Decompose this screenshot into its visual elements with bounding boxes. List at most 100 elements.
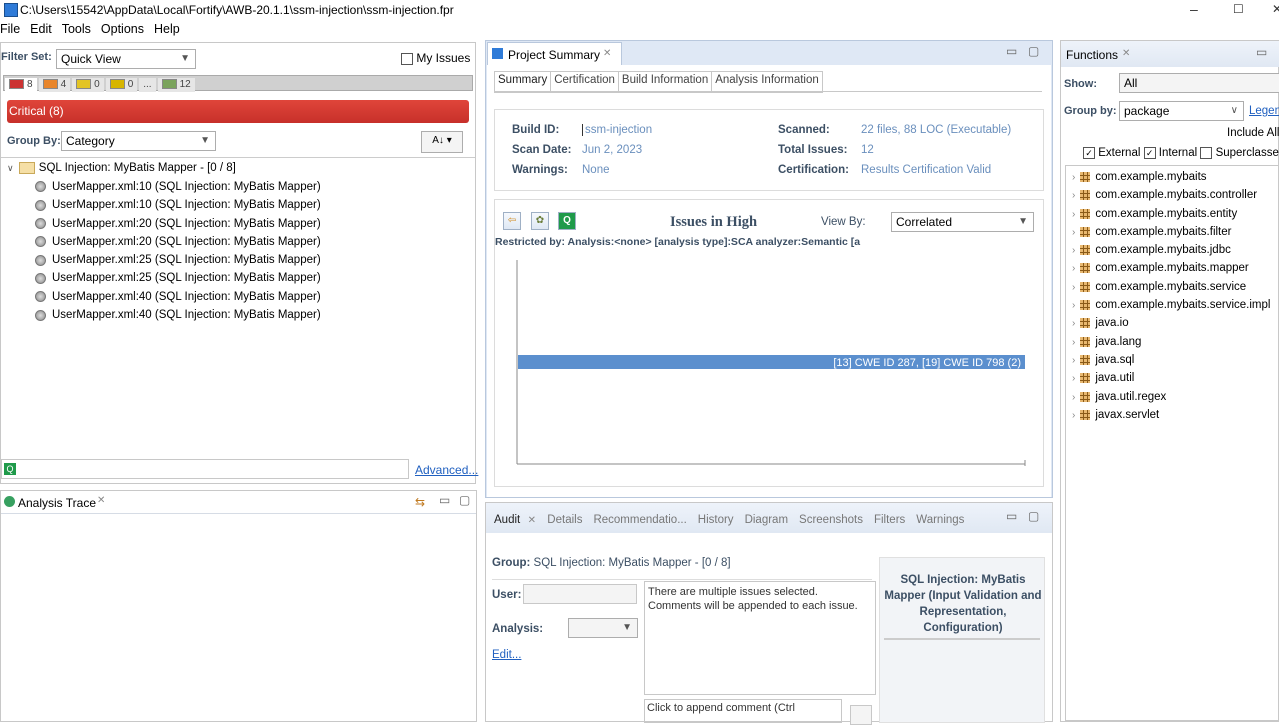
user-input[interactable] (523, 584, 637, 604)
severity-tab-high[interactable]: 4 (38, 78, 71, 92)
tab-certification[interactable]: Certification (551, 72, 619, 92)
list-item[interactable]: UserMapper.xml:25 (SQL Injection: MyBati… (35, 251, 321, 269)
my-issues-checkbox[interactable]: My Issues (401, 51, 470, 65)
list-item[interactable]: › com.example.mybaits.service (1066, 278, 1279, 296)
severity-tab-low[interactable]: 0 (105, 78, 138, 92)
list-item[interactable]: › java.io (1066, 314, 1279, 332)
list-item[interactable]: UserMapper.xml:20 (SQL Injection: MyBati… (35, 215, 321, 233)
append-comment-input[interactable]: Click to append comment (Ctrl (644, 699, 842, 723)
show-label: Show: (1064, 78, 1097, 90)
sort-button[interactable]: A↓ ▾ (421, 131, 463, 153)
menu-file[interactable]: File (0, 22, 20, 36)
severity-tab-more[interactable]: ... (139, 78, 156, 92)
tab-details[interactable]: Details (547, 514, 582, 526)
close-icon[interactable]: ✕ (603, 48, 611, 59)
issues-bar-chart: [13] CWE ID 287, [19] CWE ID 798 (2) (516, 260, 1026, 466)
menu-edit[interactable]: Edit (30, 22, 52, 36)
maximize-button[interactable]: ☐ (1233, 2, 1244, 16)
list-item[interactable]: › com.example.mybaits.jdbc (1066, 241, 1279, 259)
close-button[interactable]: ✕ (1272, 2, 1279, 16)
back-icon[interactable]: ⇦ (503, 212, 521, 230)
menu-help[interactable]: Help (154, 22, 180, 36)
group-by-select[interactable]: Category ▼ (61, 131, 216, 151)
list-item[interactable]: UserMapper.xml:25 (SQL Injection: MyBati… (35, 269, 321, 287)
list-item[interactable]: UserMapper.xml:10 (SQL Injection: MyBati… (35, 178, 321, 196)
maximize-icon[interactable]: ▢ (459, 493, 470, 507)
list-item[interactable]: › com.example.mybaits (1066, 168, 1279, 186)
minimize-icon[interactable]: ▭ (1006, 44, 1017, 58)
attach-icon[interactable] (850, 705, 872, 725)
list-item[interactable]: › java.lang (1066, 333, 1279, 351)
advanced-link[interactable]: Advanced... (415, 463, 478, 477)
comment-area[interactable]: There are multiple issues selected. Comm… (644, 581, 876, 695)
tab-history[interactable]: History (698, 514, 734, 526)
chevron-right-icon: › (1072, 354, 1076, 366)
list-item[interactable]: UserMapper.xml:40 (SQL Injection: MyBati… (35, 306, 321, 324)
maximize-icon[interactable]: ▢ (1028, 44, 1039, 58)
search-input[interactable]: Q (1, 459, 409, 479)
checkbox-icon (401, 52, 413, 65)
legend-link[interactable]: Legend (1249, 105, 1279, 117)
certification-value: Results Certification Valid (861, 164, 992, 176)
settings-icon[interactable]: ✿ (531, 212, 549, 230)
search-icon[interactable]: Q (558, 212, 576, 230)
filter-set-select[interactable]: Quick View ▼ (56, 49, 196, 69)
tab-diagram[interactable]: Diagram (745, 514, 788, 526)
tab-filters[interactable]: Filters (874, 514, 905, 526)
tab-analysis-information[interactable]: Analysis Information (712, 72, 822, 92)
chevron-right-icon: › (1072, 281, 1076, 293)
minimize-icon[interactable]: ▭ (439, 493, 450, 507)
list-item[interactable]: › com.example.mybaits.entity (1066, 205, 1279, 223)
tab-summary[interactable]: Summary (495, 72, 552, 92)
tab-project-summary[interactable]: Project Summary ✕ (487, 42, 622, 65)
list-item[interactable]: › com.example.mybaits.controller (1066, 186, 1279, 204)
tab-build-information[interactable]: Build Information (619, 72, 713, 92)
maximize-icon[interactable]: ▢ (1028, 509, 1039, 523)
close-icon[interactable]: ✕ (97, 495, 105, 506)
tab-screenshots[interactable]: Screenshots (799, 514, 863, 526)
chevron-right-icon: › (1072, 409, 1076, 421)
analysis-select[interactable]: ▼ (568, 618, 638, 638)
list-item[interactable]: › javax.servlet (1066, 406, 1279, 424)
list-item[interactable]: › java.util.regex (1066, 388, 1279, 406)
list-item[interactable]: › com.example.mybaits.filter (1066, 223, 1279, 241)
list-item[interactable]: › java.util (1066, 369, 1279, 387)
folder-icon (18, 161, 35, 174)
chevron-right-icon: › (1072, 263, 1076, 275)
list-item[interactable]: › com.example.mybaits.service.impl (1066, 296, 1279, 314)
tab-warnings[interactable]: Warnings (916, 514, 964, 526)
menu-options[interactable]: Options (101, 22, 144, 36)
close-icon[interactable]: ✕ (528, 515, 536, 526)
list-item[interactable]: › com.example.mybaits.mapper (1066, 259, 1279, 277)
edit-link[interactable]: Edit... (492, 649, 521, 661)
list-item[interactable]: UserMapper.xml:40 (SQL Injection: MyBati… (35, 288, 321, 306)
package-icon (1080, 245, 1091, 256)
functions-group-by-select[interactable]: package ∨ (1119, 101, 1244, 121)
summary-content: Summary Certification Build Information … (487, 65, 1051, 497)
show-select[interactable]: All (1119, 73, 1279, 93)
view-by-select[interactable]: Correlated ▼ (891, 212, 1034, 232)
minimize-button[interactable]: – (1190, 1, 1198, 17)
tree-toggle-icon[interactable]: ⇆ (415, 495, 425, 509)
group-by-value: Category (66, 134, 115, 148)
tab-recommendation[interactable]: Recommendatio... (593, 514, 686, 526)
severity-tab-critical[interactable]: 8 (5, 78, 37, 92)
group-header-row[interactable]: ∨ SQL Injection: MyBatis Mapper - [0 / 8… (7, 159, 236, 177)
internal-checkbox[interactable]: ✓ (1143, 147, 1156, 159)
internal-label: Internal (1158, 147, 1198, 160)
severity-tab-medium[interactable]: 0 (72, 78, 104, 92)
minimize-icon[interactable]: ▭ (1256, 45, 1267, 59)
list-item[interactable]: UserMapper.xml:20 (SQL Injection: MyBati… (35, 233, 321, 251)
package-icon (1080, 263, 1091, 274)
superclass-checkbox[interactable] (1200, 147, 1213, 159)
my-issues-label: My Issues (416, 51, 471, 65)
list-item[interactable]: UserMapper.xml:10 (SQL Injection: MyBati… (35, 196, 321, 214)
severity-tab-all[interactable]: 12 (157, 78, 195, 92)
close-icon[interactable]: ✕ (1122, 48, 1130, 59)
external-checkbox[interactable]: ✓ (1083, 147, 1095, 159)
minimize-icon[interactable]: ▭ (1006, 509, 1017, 523)
list-item[interactable]: › java.sql (1066, 351, 1279, 369)
menu-tools[interactable]: Tools (62, 22, 91, 36)
chevron-down-icon: ∨ (7, 163, 14, 173)
tab-audit[interactable]: Audit (494, 514, 520, 526)
